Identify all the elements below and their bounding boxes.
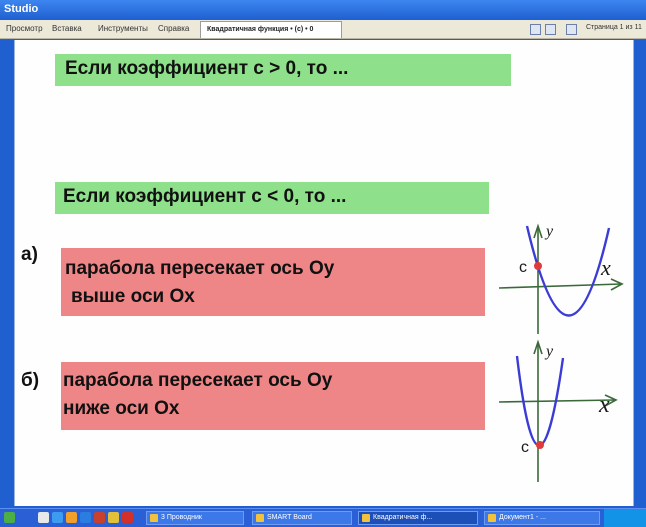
graph-a-y-label: y — [544, 223, 554, 240]
quick-launch-powerpoint-icon[interactable] — [94, 512, 105, 523]
taskbar-task-label: SMART Board — [267, 514, 312, 521]
document-tab-label: Квадратичная функция • (c) • 0 — [207, 26, 314, 33]
previous-page-icon[interactable] — [530, 24, 541, 35]
menu-view[interactable]: Просмотр — [6, 24, 43, 33]
taskbar: 3 Проводник SMART Board Квадратичная ф..… — [0, 508, 646, 527]
option-b-letter: б) — [21, 370, 40, 391]
condition-positive: Если коэффициент с > 0, то ... — [55, 54, 511, 86]
graph-a-parabola — [525, 225, 611, 317]
graph-b-x-label: x — [598, 392, 610, 418]
slide-canvas: Если коэффициент с > 0, то ... Если коэф… — [14, 40, 634, 506]
taskbar-task-label: Квадратичная ф... — [373, 514, 433, 521]
graph-a-intercept-point — [534, 262, 542, 270]
next-page-icon[interactable] — [545, 24, 556, 35]
app-title: Studio — [4, 3, 39, 15]
graph-b-intercept-point — [536, 441, 544, 449]
option-b-line2: ниже оси Ох — [63, 398, 180, 419]
smart-icon — [256, 514, 264, 522]
option-b[interactable]: парабола пересекает ось Оу ниже оси Ох — [61, 362, 485, 430]
condition-negative: Если коэффициент с < 0, то ... — [55, 182, 489, 214]
taskbar-task-label: Документ1 - ... — [499, 514, 547, 521]
page-indicator[interactable]: Страница 1 из 11 — [586, 24, 642, 31]
quick-launch-media-icon[interactable] — [66, 512, 77, 523]
option-a-line1: парабола пересекает ось Оу — [65, 258, 335, 279]
folder-icon — [150, 514, 158, 522]
quick-launch-desktop-icon[interactable] — [38, 512, 49, 523]
option-a-letter: а) — [21, 244, 38, 265]
quick-launch-word-icon[interactable] — [80, 512, 91, 523]
taskbar-task-explorer[interactable]: 3 Проводник — [146, 511, 244, 525]
menu-insert[interactable]: Вставка — [52, 24, 82, 33]
menu-bar: Просмотр Вставка Инструменты Справка Ква… — [0, 20, 646, 39]
menu-help[interactable]: Справка — [158, 24, 189, 33]
condition-negative-text: Если коэффициент с < 0, то ... — [63, 186, 347, 207]
taskbar-task-smart[interactable]: SMART Board — [252, 511, 352, 525]
taskbar-task-active[interactable]: Квадратичная ф... — [358, 511, 478, 525]
option-a[interactable]: парабола пересекает ось Оу выше оси Ох — [61, 248, 485, 316]
graph-b: y x c — [498, 339, 618, 482]
graph-a: y x c — [498, 223, 624, 334]
option-a-line2: выше оси Ох — [71, 286, 195, 307]
menu-tools[interactable]: Инструменты — [98, 24, 148, 33]
title-bar: Studio — [0, 0, 646, 20]
quick-launch-folder-icon[interactable] — [108, 512, 119, 523]
taskbar-task-word[interactable]: Документ1 - ... — [484, 511, 600, 525]
document-tab[interactable]: Квадратичная функция • (c) • 0 — [200, 21, 342, 38]
graph-b-y-label: y — [544, 343, 554, 360]
word-icon — [488, 514, 496, 522]
graph-a-c-label: c — [519, 259, 527, 276]
quick-launch-browser-icon[interactable] — [52, 512, 63, 523]
condition-positive-text: Если коэффициент с > 0, то ... — [65, 58, 349, 79]
graph-a-x-label: x — [600, 255, 611, 280]
graph-b-c-label: c — [521, 439, 529, 456]
document-icon — [362, 514, 370, 522]
system-tray[interactable] — [604, 509, 646, 527]
quick-launch-app-icon[interactable] — [122, 512, 133, 523]
start-icon[interactable] — [4, 512, 15, 523]
graph-a-x-axis — [498, 283, 622, 289]
option-b-line1: парабола пересекает ось Оу — [63, 370, 333, 391]
page-sorter-icon[interactable] — [566, 24, 577, 35]
taskbar-task-label: 3 Проводник — [161, 514, 202, 521]
